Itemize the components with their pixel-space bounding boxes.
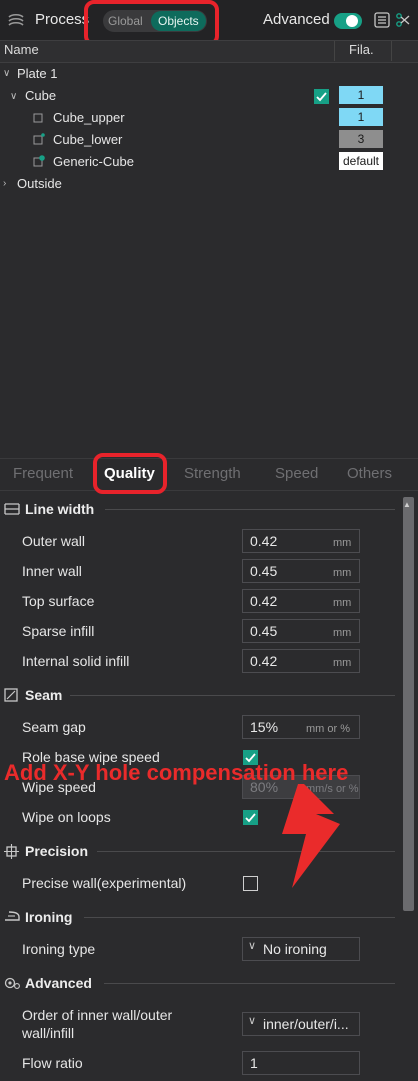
label-internal-solid-infill: Internal solid infill bbox=[22, 653, 130, 669]
inner-wall-unit: mm bbox=[333, 567, 352, 579]
section-precision: Precision bbox=[25, 843, 89, 859]
advanced-label: Advanced bbox=[263, 11, 330, 28]
lightning-arrow-icon bbox=[282, 784, 340, 888]
section-advanced: Advanced bbox=[25, 975, 92, 991]
outer-wall-unit: mm bbox=[333, 537, 352, 549]
advanced-switch-knob bbox=[346, 15, 358, 27]
seam-icon bbox=[4, 688, 18, 702]
advanced-gear-icon bbox=[4, 977, 20, 989]
tab-strength[interactable]: Strength bbox=[184, 465, 241, 482]
modifier-icon bbox=[33, 155, 45, 167]
settings-scrollbar-thumb[interactable] bbox=[403, 497, 414, 911]
scissors-icon[interactable] bbox=[395, 12, 411, 28]
fila-cube-upper[interactable]: 1 bbox=[339, 108, 383, 126]
label-order-line2: wall/infill bbox=[22, 1025, 75, 1041]
checkmark-icon bbox=[245, 813, 256, 823]
label-inner-wall: Inner wall bbox=[22, 563, 82, 579]
section-ironing: Ironing bbox=[25, 909, 73, 925]
label-sparse-infill: Sparse infill bbox=[22, 623, 95, 639]
label-wipe-on-loops: Wipe on loops bbox=[22, 809, 111, 825]
top-surface-unit: mm bbox=[333, 597, 352, 609]
tab-others[interactable]: Others bbox=[347, 465, 392, 482]
expand-arrow-icon[interactable]: ∨ bbox=[10, 91, 17, 102]
label-seam-gap: Seam gap bbox=[22, 719, 86, 735]
precise-wall-checkbox[interactable] bbox=[243, 876, 258, 891]
tree-item-cube[interactable]: Cube bbox=[25, 88, 56, 103]
label-flow-ratio: Flow ratio bbox=[22, 1055, 83, 1071]
column-fila[interactable]: Fila. bbox=[349, 42, 374, 57]
highlight-quality-annotation bbox=[93, 453, 167, 494]
label-ironing-type: Ironing type bbox=[22, 941, 96, 957]
ironing-type-value: No ironing bbox=[263, 941, 327, 957]
column-separator bbox=[391, 41, 392, 61]
chevron-down-icon: ∨ bbox=[248, 940, 257, 952]
checkmark-icon bbox=[316, 92, 327, 102]
section-divider bbox=[104, 983, 395, 984]
wall-order-value: inner/outer/i... bbox=[263, 1016, 349, 1032]
part-icon bbox=[33, 133, 45, 145]
label-precise-wall: Precise wall(experimental) bbox=[22, 875, 187, 891]
process-icon bbox=[8, 13, 24, 26]
seam-gap-unit: mm or % bbox=[306, 723, 350, 735]
ironing-icon bbox=[5, 911, 20, 921]
column-separator bbox=[334, 41, 335, 61]
collapse-arrow-icon[interactable]: › bbox=[3, 178, 6, 189]
line-width-icon bbox=[4, 503, 20, 515]
fila-cube-lower[interactable]: 3 bbox=[339, 130, 383, 148]
inner-wall-value: 0.45 bbox=[250, 563, 278, 579]
section-divider bbox=[70, 695, 395, 696]
tab-frequent[interactable]: Frequent bbox=[13, 465, 73, 482]
tree-item-outside[interactable]: Outside bbox=[17, 176, 62, 191]
flow-ratio-input[interactable] bbox=[242, 1051, 360, 1075]
process-title: Process bbox=[35, 11, 90, 28]
sparse-infill-value: 0.45 bbox=[250, 623, 278, 639]
internal-solid-infill-value: 0.42 bbox=[250, 653, 278, 669]
section-divider bbox=[105, 509, 395, 510]
tab-speed[interactable]: Speed bbox=[275, 465, 318, 482]
column-name[interactable]: Name bbox=[4, 42, 39, 57]
top-surface-value: 0.42 bbox=[250, 593, 278, 609]
seam-gap-value: 15% bbox=[250, 719, 279, 735]
outer-wall-value: 0.42 bbox=[250, 533, 278, 549]
tree-item-cube-upper[interactable]: Cube_upper bbox=[53, 110, 125, 125]
fila-generic-cube[interactable]: default bbox=[339, 152, 383, 170]
part-icon bbox=[33, 113, 43, 123]
section-divider bbox=[84, 917, 395, 918]
sparse-infill-unit: mm bbox=[333, 627, 352, 639]
section-line-width: Line width bbox=[25, 501, 95, 517]
internal-solid-infill-unit: mm bbox=[333, 657, 352, 669]
wipe-on-loops-checkbox[interactable] bbox=[243, 810, 258, 825]
label-outer-wall: Outer wall bbox=[22, 533, 86, 549]
tree-item-cube-lower[interactable]: Cube_lower bbox=[53, 132, 122, 147]
label-top-surface: Top surface bbox=[22, 593, 95, 609]
label-order-line1: Order of inner wall/outer bbox=[22, 1007, 173, 1023]
scroll-up-arrow-icon[interactable]: ▲ bbox=[403, 500, 411, 509]
section-seam: Seam bbox=[25, 687, 63, 703]
tree-item-plate[interactable]: Plate 1 bbox=[17, 66, 57, 81]
cube-visible-checkbox[interactable] bbox=[314, 89, 329, 104]
fila-cube[interactable]: 1 bbox=[339, 86, 383, 104]
chevron-down-icon: ∨ bbox=[248, 1015, 257, 1027]
section-divider bbox=[97, 851, 395, 852]
flow-ratio-value: 1 bbox=[250, 1055, 258, 1071]
precision-icon bbox=[4, 844, 19, 859]
tree-item-generic-cube[interactable]: Generic-Cube bbox=[53, 154, 134, 169]
expand-arrow-icon[interactable]: ∨ bbox=[3, 68, 10, 79]
list-view-icon[interactable] bbox=[374, 12, 390, 28]
